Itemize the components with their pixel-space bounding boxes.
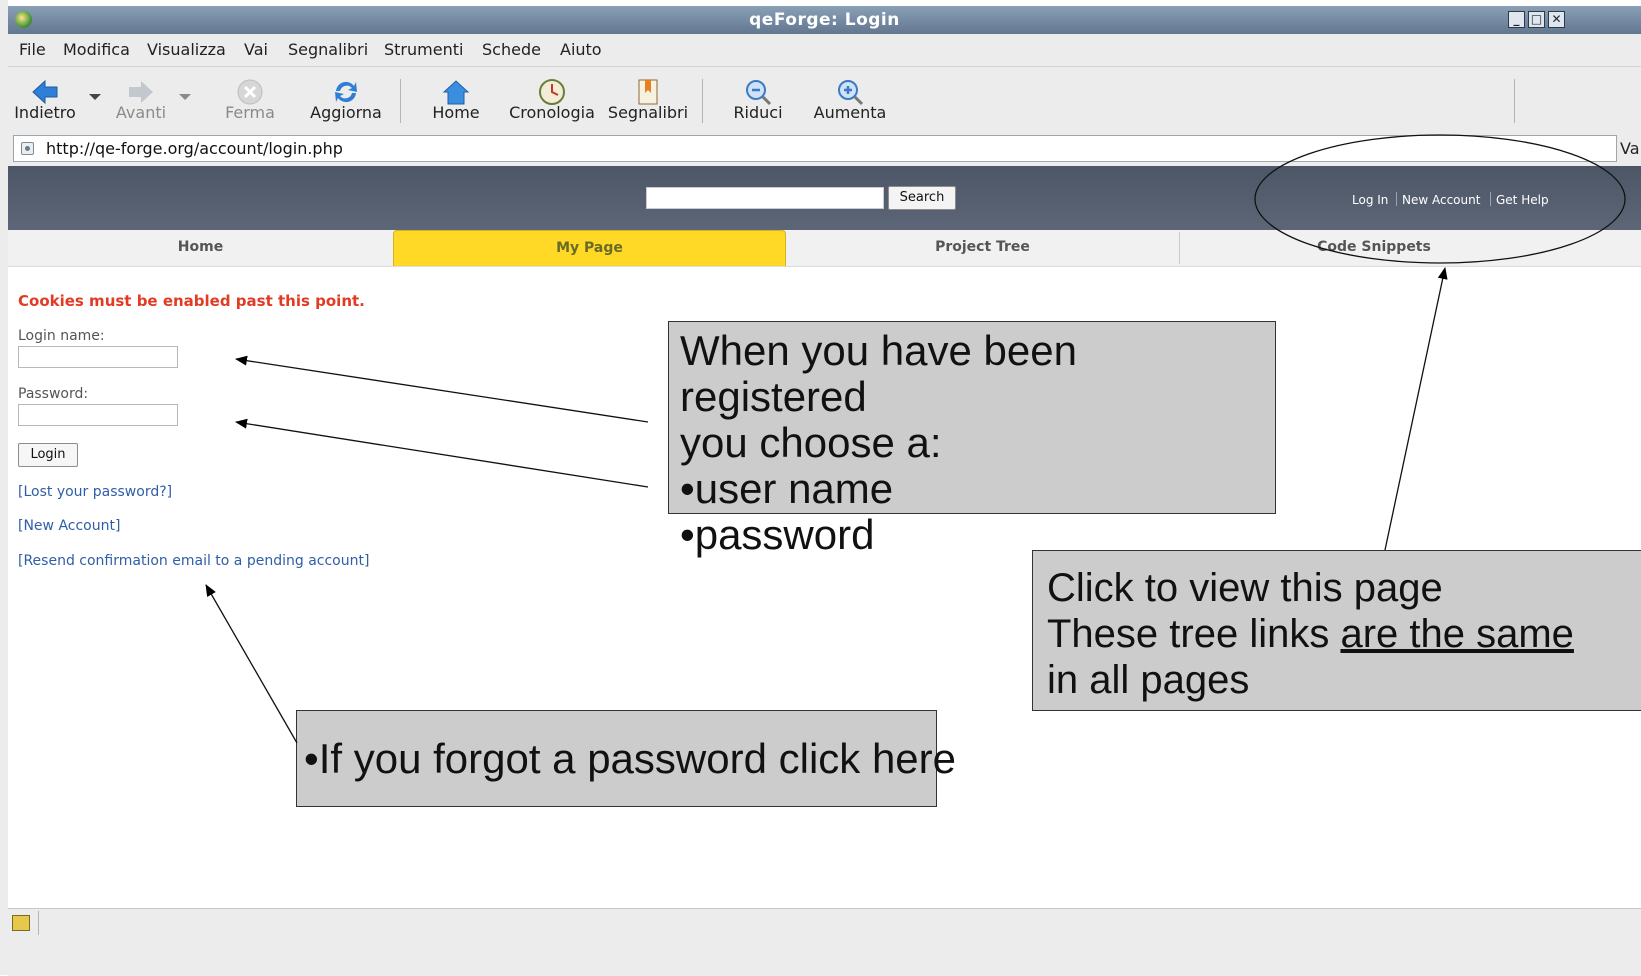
callout-bullet: •user name [680, 465, 894, 512]
arrow-to-password [235, 418, 649, 488]
arrow-to-lost-password [205, 584, 298, 744]
forgot-password-callout: •If you forgot a password click here [296, 710, 957, 807]
bookmarks-button[interactable]: Segnalibri [603, 67, 693, 131]
reload-button[interactable]: Aggiorna [301, 67, 391, 131]
resend-confirmation-link[interactable]: [Resend confirmation email to a pending … [18, 553, 369, 569]
toolbar-separator [1514, 79, 1515, 123]
login-link[interactable]: Log In [1352, 193, 1388, 207]
callout-bullet: •If you forgot a password click here [304, 735, 957, 782]
callout-line: Click to view this page [1047, 566, 1443, 610]
cookie-warning: Cookies must be enabled past this point. [18, 292, 365, 310]
password-label: Password: [18, 386, 89, 402]
menu-segnalibri[interactable]: Segnalibri [288, 40, 368, 59]
back-label: Indietro [14, 103, 76, 122]
password-input[interactable] [18, 404, 178, 426]
home-button[interactable]: Home [411, 67, 501, 131]
callout-underlined-text: are the same [1340, 612, 1574, 656]
site-header: Search Log In New Account Get Help [8, 166, 1641, 230]
url-input[interactable]: http://qe-forge.org/account/login.php [13, 135, 1617, 162]
site-tabs: Home My Page Project Tree Code Snippets [8, 230, 1641, 267]
registration-callout: When you have been registered you choose… [668, 321, 1276, 558]
callout-line: These tree links are the same [1047, 611, 1641, 657]
history-label: Cronologia [509, 103, 595, 122]
new-account-form-link[interactable]: [New Account] [18, 518, 120, 534]
site-search-input[interactable] [646, 187, 884, 209]
forward-label: Avanti [115, 103, 167, 122]
close-icon[interactable]: ✕ [1548, 11, 1565, 28]
tab-home[interactable]: Home [8, 230, 393, 266]
arrow-to-login-name [235, 355, 649, 423]
menu-vai[interactable]: Vai [244, 40, 268, 59]
zoom-out-button[interactable]: Riduci [713, 67, 803, 131]
bookmarks-label: Segnalibri [607, 103, 689, 122]
forward-history-dropdown-icon[interactable] [179, 94, 191, 100]
menu-strumenti[interactable]: Strumenti [384, 40, 463, 59]
status-divider [38, 911, 39, 935]
address-bar: http://qe-forge.org/account/login.php Va… [8, 132, 1641, 166]
navigation-toolbar: Indietro Avanti Ferma Aggiorna Home Cron… [8, 66, 1641, 133]
lost-password-link[interactable]: [Lost your password?] [18, 484, 172, 500]
history-button[interactable]: Cronologia [507, 67, 597, 131]
new-account-link[interactable]: New Account [1402, 193, 1480, 207]
url-text: http://qe-forge.org/account/login.php [46, 139, 343, 158]
tab-project-tree[interactable]: Project Tree [786, 230, 1179, 266]
status-bar [8, 908, 1641, 976]
site-search-button[interactable]: Search [888, 186, 956, 210]
status-page-icon [12, 915, 30, 931]
back-button[interactable]: Indietro [0, 67, 90, 131]
callout-line: you choose a: [680, 419, 942, 466]
window-title-bar: qeForge: Login _ □ ✕ [8, 6, 1641, 34]
window-title: qeForge: Login [749, 10, 900, 30]
get-help-link[interactable]: Get Help [1496, 193, 1549, 207]
go-button[interactable]: Vai [1620, 139, 1641, 158]
header-link-separator [1490, 192, 1491, 206]
forward-button[interactable]: Avanti [96, 67, 186, 131]
maximize-icon[interactable]: □ [1528, 11, 1545, 28]
tab-code-snippets[interactable]: Code Snippets [1179, 230, 1569, 266]
zoom-in-label: Aumenta [813, 103, 887, 122]
callout-text: These tree links [1047, 612, 1341, 656]
tree-links-callout: Click to view this page These tree links… [1032, 550, 1641, 711]
login-button[interactable]: Login [18, 443, 78, 467]
menu-aiuto[interactable]: Aiuto [560, 40, 602, 59]
reload-label: Aggiorna [310, 103, 382, 122]
callout-line: When you have been registered [680, 327, 1077, 420]
callout-line: in all pages [1047, 658, 1250, 702]
stop-label: Ferma [225, 103, 275, 122]
tab-my-page[interactable]: My Page [393, 230, 786, 266]
window-left-edge [0, 0, 8, 975]
menu-bar: File Modifica Visualizza Vai Segnalibri … [8, 34, 1641, 66]
home-label: Home [432, 103, 480, 122]
menu-modifica[interactable]: Modifica [63, 40, 130, 59]
menu-schede[interactable]: Schede [482, 40, 541, 59]
arrow-to-tree-links [1384, 267, 1448, 551]
login-name-input[interactable] [18, 346, 178, 368]
login-name-label: Login name: [18, 328, 105, 344]
site-favicon-icon [21, 142, 34, 155]
menu-file[interactable]: File [19, 40, 46, 59]
zoom-in-button[interactable]: Aumenta [805, 67, 895, 131]
header-link-separator [1396, 192, 1397, 206]
menu-visualizza[interactable]: Visualizza [147, 40, 226, 59]
stop-button[interactable]: Ferma [205, 67, 295, 131]
minimize-icon[interactable]: _ [1508, 11, 1525, 28]
